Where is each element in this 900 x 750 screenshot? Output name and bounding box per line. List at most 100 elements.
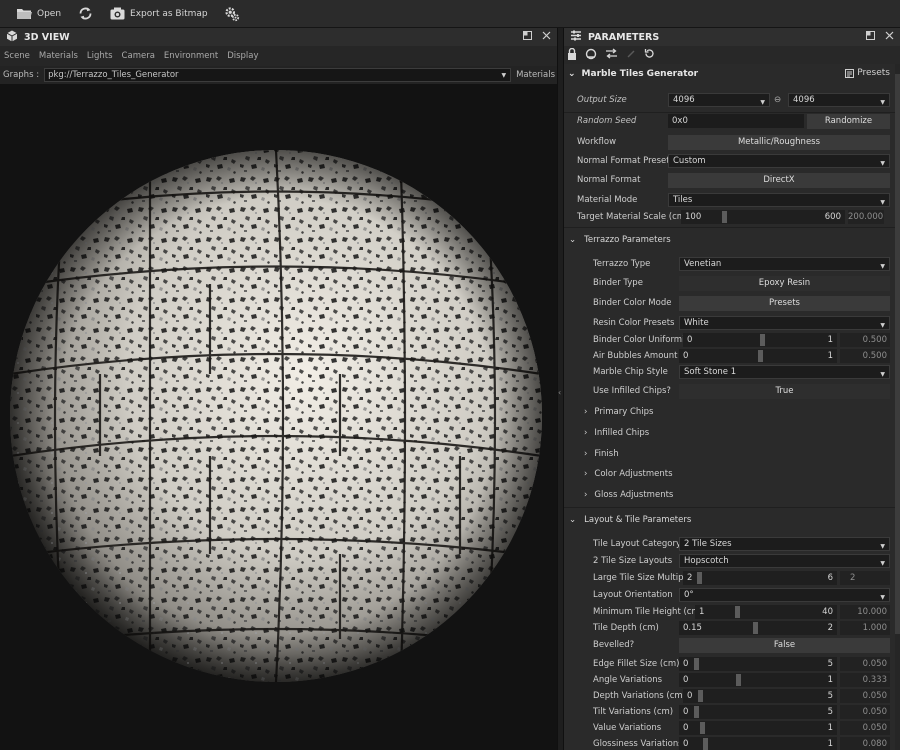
min-height-row: Minimum Tile Height (cm) 1 40 10.000 <box>564 604 900 620</box>
depth-variations-value[interactable]: 0.050 <box>840 689 890 703</box>
divider <box>564 507 900 508</box>
large-multiple-value[interactable]: 2 <box>840 571 890 585</box>
open-button[interactable]: Open <box>10 3 67 25</box>
gloss-variations-slider[interactable]: 0 1 <box>679 737 837 750</box>
menu-scene[interactable]: Scene <box>4 51 30 61</box>
panel-splitter[interactable]: ‹ <box>557 28 564 750</box>
close-icon[interactable] <box>885 31 894 43</box>
chain-link-icon[interactable]: ⊖ <box>774 95 781 105</box>
slider-handle[interactable] <box>703 738 708 750</box>
tilt-variations-slider[interactable]: 0 5 <box>679 705 837 719</box>
min-height-slider[interactable]: 1 40 <box>695 605 837 619</box>
group-finish[interactable]: › Finish <box>564 445 900 463</box>
size-layouts-dropdown[interactable]: Hopscotch ▼ <box>679 554 890 568</box>
value-variations-value[interactable]: 0.050 <box>840 721 890 735</box>
generator-section-header[interactable]: ⌄ Marble Tiles Generator Presets <box>564 64 900 84</box>
slider-handle[interactable] <box>753 622 758 634</box>
tile-depth-slider[interactable]: 0.15 2 <box>679 621 837 635</box>
binder-color-mode-selector[interactable]: Presets <box>679 296 890 311</box>
lock-icon[interactable] <box>567 47 577 63</box>
random-seed-label: Random Seed <box>577 116 637 126</box>
layout-category-dropdown[interactable]: 2 Tile Sizes ▼ <box>679 537 890 551</box>
tile-depth-value[interactable]: 1.000 <box>840 621 890 635</box>
angle-variations-slider[interactable]: 0 1 <box>679 673 837 687</box>
target-scale-slider[interactable]: 100 600 <box>681 210 845 224</box>
output-width-dropdown[interactable]: 4096 ▼ <box>668 93 770 107</box>
graph-dropdown[interactable]: pkg://Terrazzo_Tiles_Generator ▼ <box>44 68 512 82</box>
menu-environment[interactable]: Environment <box>164 51 218 61</box>
slider-handle[interactable] <box>760 334 765 346</box>
binder-uniformity-value[interactable]: 0.500 <box>840 333 890 347</box>
terrazzo-type-dropdown[interactable]: Venetian ▼ <box>679 257 890 271</box>
menu-camera[interactable]: Camera <box>122 51 155 61</box>
depth-variations-row: Depth Variations (cm) 0 5 0.050 <box>564 688 900 704</box>
swap-icon[interactable] <box>605 48 618 62</box>
target-scale-value[interactable]: 200.000 <box>848 210 884 224</box>
material-mode-label: Material Mode <box>577 195 638 205</box>
menu-lights[interactable]: Lights <box>87 51 113 61</box>
export-bitmap-button[interactable]: Export as Bitmap <box>103 3 214 25</box>
output-size-row: Output Size 4096 ▼ ⊖ 4096 ▼ <box>564 92 900 108</box>
layout-section-header[interactable]: ⌄ Layout & Tile Parameters <box>564 510 900 530</box>
edge-fillet-slider[interactable]: 0 5 <box>679 657 837 671</box>
settings-button[interactable] <box>218 3 246 25</box>
slider-handle[interactable] <box>697 572 702 584</box>
terrazzo-section-header[interactable]: ⌄ Terrazzo Parameters <box>564 230 900 250</box>
edge-fillet-value[interactable]: 0.050 <box>840 657 890 671</box>
min-height-value[interactable]: 10.000 <box>840 605 890 619</box>
output-height-dropdown[interactable]: 4096 ▼ <box>788 93 890 107</box>
air-bubbles-slider[interactable]: 0 1 <box>679 349 837 363</box>
menu-materials[interactable]: Materials <box>39 51 78 61</box>
slider-handle[interactable] <box>758 350 763 362</box>
binder-uniformity-slider[interactable]: 0 1 <box>683 333 837 347</box>
group-primary-chips[interactable]: › Primary Chips <box>564 403 900 421</box>
undock-icon[interactable] <box>866 31 875 43</box>
undock-icon[interactable] <box>523 31 532 43</box>
scrollbar-thumb[interactable] <box>895 74 900 634</box>
binder-type-selector[interactable]: Epoxy Resin <box>679 276 890 291</box>
pin-icon[interactable] <box>626 49 636 62</box>
large-multiple-slider[interactable]: 2 6 <box>683 571 837 585</box>
normal-format-selector[interactable]: DirectX <box>668 173 890 188</box>
resin-presets-dropdown[interactable]: White ▼ <box>679 316 890 330</box>
collapse-arrow-icon[interactable]: ‹ <box>558 388 561 397</box>
slider-handle[interactable] <box>694 658 699 670</box>
close-icon[interactable] <box>542 31 551 43</box>
orientation-dropdown[interactable]: 0° ▼ <box>679 588 890 602</box>
slider-handle[interactable] <box>694 706 699 718</box>
slider-handle[interactable] <box>736 674 741 686</box>
workflow-selector[interactable]: Metallic/Roughness <box>668 135 890 150</box>
presets-button[interactable]: Presets <box>845 68 890 78</box>
menu-display[interactable]: Display <box>227 51 258 61</box>
parameters-scrollbar[interactable] <box>895 64 900 750</box>
refresh-button[interactable] <box>71 3 99 25</box>
randomize-button[interactable]: Randomize <box>807 114 890 129</box>
reset-icon[interactable] <box>644 48 655 62</box>
angle-variations-value[interactable]: 0.333 <box>840 673 890 687</box>
infilled-toggle[interactable]: True <box>679 384 890 399</box>
size-layouts-value: Hopscotch <box>684 556 729 566</box>
group-label: Finish <box>594 449 619 459</box>
slider-max: 5 <box>827 659 833 669</box>
slider-handle[interactable] <box>735 606 740 618</box>
large-multiple-row: Large Tile Size Multiple 2 6 2 <box>564 570 900 586</box>
depth-variations-slider[interactable]: 0 5 <box>683 689 837 703</box>
slider-handle[interactable] <box>700 722 705 734</box>
group-color-adjustments[interactable]: › Color Adjustments <box>564 465 900 483</box>
slider-handle[interactable] <box>722 211 727 223</box>
gloss-variations-value[interactable]: 0.080 <box>840 737 890 750</box>
bevelled-toggle[interactable]: False <box>679 638 890 653</box>
chip-style-dropdown[interactable]: Soft Stone 1 ▼ <box>679 365 890 379</box>
random-seed-field[interactable]: 0x0 <box>668 114 804 128</box>
slider-handle[interactable] <box>698 690 703 702</box>
viewport-3d[interactable] <box>0 84 557 750</box>
tilt-variations-value[interactable]: 0.050 <box>840 705 890 719</box>
air-bubbles-value[interactable]: 0.500 <box>840 349 890 363</box>
materials-label[interactable]: Materials <box>516 70 555 80</box>
material-mode-dropdown[interactable]: Tiles ▼ <box>668 193 890 207</box>
value-variations-slider[interactable]: 0 1 <box>679 721 837 735</box>
group-infilled-chips[interactable]: › Infilled Chips <box>564 424 900 442</box>
group-gloss-adjustments[interactable]: › Gloss Adjustments <box>564 486 900 504</box>
link-icon[interactable] <box>585 48 597 63</box>
normal-preset-dropdown[interactable]: Custom ▼ <box>668 154 890 168</box>
